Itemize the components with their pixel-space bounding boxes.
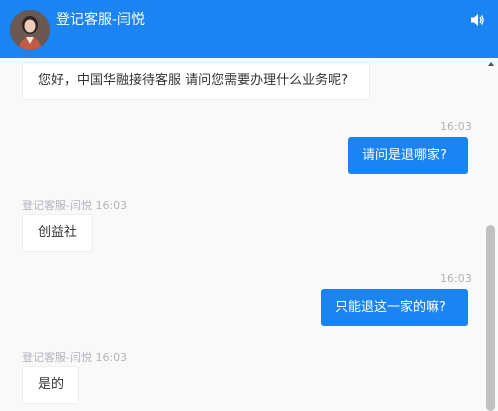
scroll-up-arrow-icon[interactable]: [488, 62, 494, 66]
chat-header: 登记客服-闫悦: [0, 0, 498, 58]
message-timestamp: 16:03: [440, 120, 472, 133]
message-text: 只能退这一家的嘛?: [335, 299, 446, 315]
message-text: 请问是退哪家?: [362, 147, 447, 163]
scrollbar-thumb[interactable]: [486, 225, 495, 411]
chat-scrollbar[interactable]: [484, 58, 498, 411]
speaker-icon[interactable]: [469, 12, 485, 28]
message-timestamp: 16:03: [440, 272, 472, 285]
incoming-message-bubble: 您好，中国华融接待客服 请问您需要办理什么业务呢?: [22, 62, 370, 100]
message-text: 是的: [38, 377, 65, 392]
message-sender-line: 登记客服-闫悦 16:03: [22, 351, 128, 364]
message-text: 您好，中国华融接待客服 请问您需要办理什么业务呢?: [38, 73, 349, 88]
outgoing-message-bubble: 请问是退哪家?: [348, 137, 468, 174]
agent-avatar: [10, 10, 50, 50]
incoming-message-bubble: 创益社: [22, 214, 93, 252]
message-text: 创益社: [38, 225, 78, 240]
outgoing-message-bubble: 只能退这一家的嘛?: [321, 289, 468, 326]
message-sender-line: 登记客服-闫悦 16:03: [22, 199, 128, 212]
chat-message-list[interactable]: 您好，中国华融接待客服 请问您需要办理什么业务呢? 16:03 请问是退哪家? …: [0, 58, 484, 411]
incoming-message-bubble: 是的: [22, 366, 79, 404]
agent-name-title: 登记客服-闫悦: [56, 12, 146, 28]
